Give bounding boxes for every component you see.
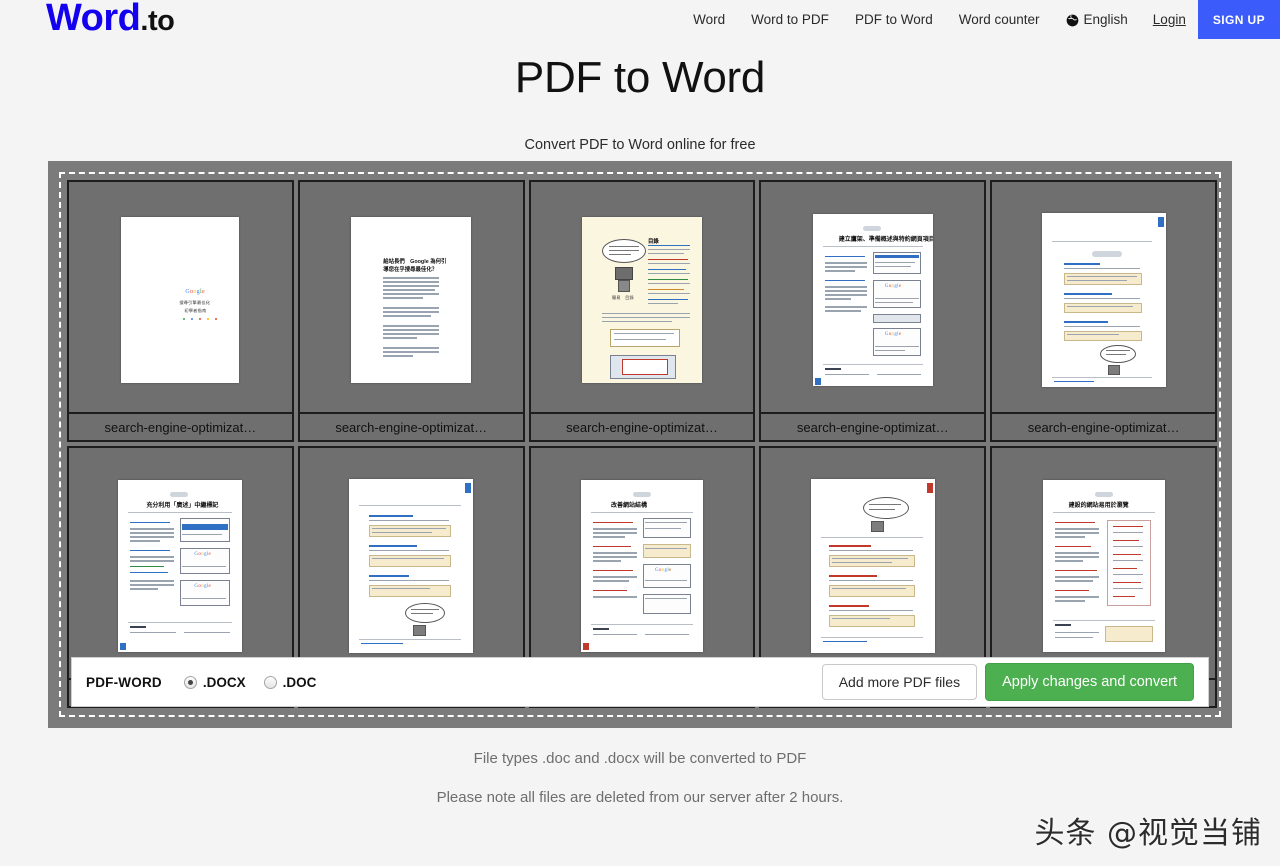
file-card[interactable]: 建立鷹架、準備概述與特約網頁項目 Google Google search-en… — [759, 180, 987, 442]
apply-changes-and-convert-button[interactable]: Apply changes and convert — [985, 663, 1194, 701]
format-option-doc-label: .DOC — [282, 674, 317, 690]
logo-to-text: .to — [140, 5, 175, 37]
radio-doc-icon[interactable] — [263, 675, 277, 689]
footer-line-2: Please note all files are deleted from o… — [436, 789, 844, 806]
file-card[interactable]: Google 搜尋引擎最佳化 初學者指南 search-engine-optim… — [67, 180, 294, 442]
file-card[interactable]: search-engine-optimizat… — [990, 180, 1217, 442]
file-grid-viewport: Google 搜尋引擎最佳化 初學者指南 search-engine-optim… — [67, 180, 1217, 713]
file-thumbnail: 簡易 目錄 目錄 — [531, 182, 754, 412]
format-option-doc[interactable]: .DOC — [263, 674, 317, 690]
add-more-pdf-files-button[interactable]: Add more PDF files — [821, 664, 978, 700]
format-label: PDF-WORD — [86, 674, 162, 690]
file-thumbnail — [992, 182, 1215, 412]
file-thumbnail — [761, 448, 984, 678]
file-grid: Google 搜尋引擎最佳化 初學者指南 search-engine-optim… — [67, 180, 1217, 708]
dropzone-dashed-border: Google 搜尋引擎最佳化 初學者指南 search-engine-optim… — [59, 172, 1221, 717]
page-preview-doc-d — [349, 479, 474, 653]
globe-icon — [1066, 14, 1079, 27]
login-link[interactable]: Login — [1141, 0, 1198, 39]
page-preview-doc-a: 建立鷹架、準備概述與特約網頁項目 Google Google — [812, 214, 933, 386]
file-name: search-engine-optimizat… — [299, 412, 523, 440]
file-thumbnail: 建設的網站易用於瀏覽 — [992, 448, 1215, 678]
page-preview-cover: Google 搜尋引擎最佳化 初學者指南 — [121, 217, 240, 383]
file-thumbnail: 改善網站結構 Google — [531, 448, 754, 678]
file-thumbnail: 建立鷹架、準備概述與特約網頁項目 Google Google — [761, 182, 984, 412]
main-nav: Word Word to PDF PDF to Word Word counte… — [680, 0, 1280, 39]
nav-item-word[interactable]: Word — [680, 0, 738, 39]
page-subtitle: Convert PDF to Word online for free — [524, 137, 756, 153]
site-header: Word.to Word Word to PDF PDF to Word Wor… — [0, 0, 1280, 39]
file-name: search-engine-optimizat… — [761, 412, 985, 440]
page-preview-doc-b — [1041, 213, 1166, 387]
file-thumbnail: 給站長們 Google 為何引 導您在乎搜尋最佳化？ — [300, 182, 523, 412]
language-selector[interactable]: English — [1053, 0, 1141, 39]
radio-docx-icon[interactable] — [183, 675, 197, 689]
site-logo[interactable]: Word.to — [46, 0, 175, 43]
page-preview-cream: 簡易 目錄 目錄 — [581, 217, 702, 383]
nav-item-word-to-pdf[interactable]: Word to PDF — [738, 0, 842, 39]
page-preview-doc-c: 充分利用「廣述」中繼標記 Google Google — [118, 480, 243, 652]
nav-item-pdf-to-word[interactable]: PDF to Word — [842, 0, 946, 39]
footer-line-1: File types .doc and .docx will be conver… — [473, 750, 807, 767]
watermark: 头条 @视觉当铺 — [1034, 816, 1262, 851]
format-option-docx[interactable]: .DOCX — [183, 674, 246, 690]
file-thumbnail: 充分利用「廣述」中繼標記 Google Google — [69, 448, 292, 678]
page-preview-text: 給站長們 Google 為何引 導您在乎搜尋最佳化？ — [351, 217, 472, 383]
conversion-toolbar: PDF-WORD .DOCX .DOC Add more PDF files A… — [71, 657, 1209, 707]
file-name: search-engine-optimizat… — [992, 412, 1215, 440]
nav-item-word-counter[interactable]: Word counter — [946, 0, 1053, 39]
page-preview-doc-f — [810, 479, 935, 653]
language-label: English — [1083, 12, 1128, 27]
file-dropzone[interactable]: Google 搜尋引擎最佳化 初學者指南 search-engine-optim… — [48, 161, 1232, 728]
signup-button[interactable]: SIGN UP — [1197, 0, 1280, 39]
file-name: search-engine-optimizat… — [69, 412, 292, 440]
file-card[interactable]: 簡易 目錄 目錄 search-engine-optimizat… — [528, 180, 756, 442]
logo-word-text: Word — [46, 0, 141, 39]
format-option-docx-label: .DOCX — [202, 674, 246, 690]
file-card[interactable]: 給站長們 Google 為何引 導您在乎搜尋最佳化？ search-engine… — [297, 180, 525, 442]
file-name: search-engine-optimizat… — [530, 412, 754, 440]
page-preview-doc-g: 建設的網站易用於瀏覽 — [1042, 480, 1165, 652]
page-title: PDF to Word — [514, 53, 766, 102]
file-thumbnail — [300, 448, 523, 678]
page-preview-doc-e: 改善網站結構 Google — [580, 480, 703, 652]
file-thumbnail: Google 搜尋引擎最佳化 初學者指南 — [69, 182, 292, 412]
